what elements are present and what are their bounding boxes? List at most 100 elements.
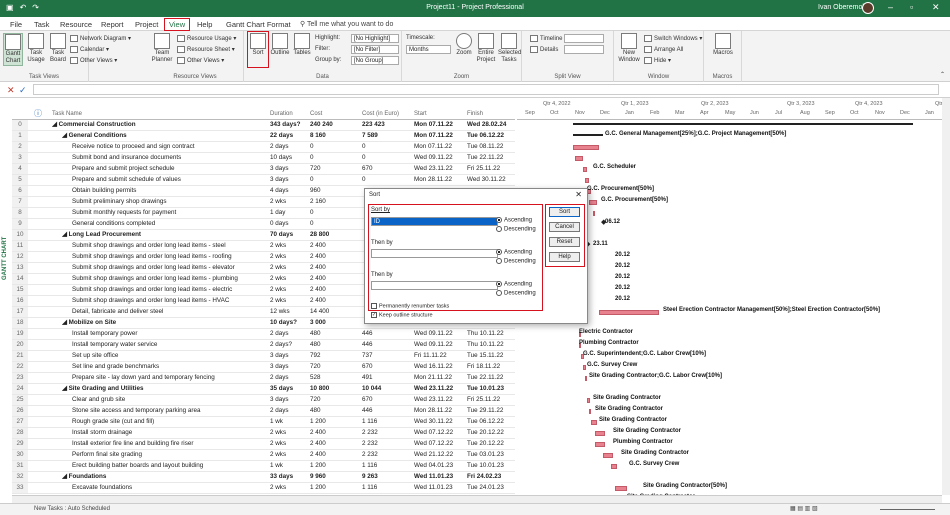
selected-tasks-button[interactable]: Selected Tasks [498, 33, 521, 64]
task-name-cell[interactable]: Stone site access and temporary parking … [72, 406, 267, 416]
arrange-all-button[interactable]: Arrange All [644, 46, 683, 53]
finish-cell[interactable]: Tue 29.11.22 [467, 406, 515, 416]
task-board-button[interactable]: Task Board [48, 33, 68, 64]
finish-cell[interactable]: Thu 10.11.22 [467, 340, 515, 350]
view-shortcuts[interactable]: ▦ ▤ ▥ ▧ [790, 505, 818, 512]
start-cell[interactable]: Wed 09.11.22 [414, 153, 466, 163]
duration-cell[interactable]: 2 wks [270, 483, 308, 493]
confirm-entry-icon[interactable]: ✓ [19, 85, 27, 96]
start-cell[interactable]: Wed 07.12.22 [414, 428, 466, 438]
row-id-cell[interactable]: 7 [12, 197, 28, 207]
row-id-cell[interactable]: 1 [12, 131, 28, 141]
start-cell[interactable]: Mon 28.11.22 [414, 175, 466, 185]
cost-euro-cell[interactable]: 446 [362, 329, 412, 339]
col-task-name[interactable]: Task Name [52, 111, 82, 117]
task-bar[interactable] [603, 453, 613, 458]
duration-cell[interactable]: 1 wk [270, 461, 308, 471]
row-id-cell[interactable]: 4 [12, 164, 28, 174]
switch-windows-button[interactable]: Switch Windows ▾ [644, 35, 702, 42]
start-cell[interactable]: Wed 16.11.22 [414, 362, 466, 372]
row-id-cell[interactable]: 29 [12, 439, 28, 449]
help-button[interactable]: Help [549, 252, 580, 262]
table-row[interactable]: 25 Clear and grub site 3 days 720 670 Wed 23.… [12, 395, 515, 406]
cost-cell[interactable]: 480 [310, 406, 360, 416]
task-name-cell[interactable]: Excavate foundations [72, 483, 267, 493]
duration-cell[interactable]: 10 days? [270, 318, 308, 328]
task-bar[interactable] [615, 486, 627, 491]
cost-euro-cell[interactable]: 2 232 [362, 450, 412, 460]
row-id-cell[interactable]: 30 [12, 450, 28, 460]
task-name-cell[interactable]: Install temporary power [72, 329, 267, 339]
duration-cell[interactable]: 2 wks [270, 263, 308, 273]
task-bar[interactable] [595, 431, 605, 436]
table-row[interactable]: 24 ◢ Site Grading and Utilities 35 days 10 … [12, 384, 515, 395]
collapse-ribbon-icon[interactable]: ⌃ [940, 71, 945, 78]
sort-submit-button[interactable]: Sort [549, 207, 580, 217]
cost-cell[interactable]: 2 400 [310, 274, 360, 284]
group-by-dropdown[interactable]: [No Group] [351, 56, 399, 65]
finish-cell[interactable]: Wed 30.11.22 [467, 175, 515, 185]
row-id-cell[interactable]: 9 [12, 219, 28, 229]
tab-resource[interactable]: Resource [56, 19, 96, 30]
cost-cell[interactable]: 2 400 [310, 252, 360, 262]
vertical-scrollbar[interactable] [942, 98, 950, 495]
start-cell[interactable]: Fri 11.11.22 [414, 351, 466, 361]
task-name-cell[interactable]: ◢ Commercial Construction [52, 120, 267, 130]
duration-cell[interactable]: 12 wks [270, 307, 308, 317]
cost-cell[interactable]: 1 200 [310, 417, 360, 427]
cost-cell[interactable]: 8 160 [310, 131, 360, 141]
cost-cell[interactable]: 2 400 [310, 428, 360, 438]
then-by-2-select[interactable] [371, 281, 498, 290]
task-name-cell[interactable]: Submit shop drawings and order long lead… [72, 263, 267, 273]
table-row[interactable]: 23 Prepare site - lay down yard and tempo… [12, 373, 515, 384]
row-id-cell[interactable]: 26 [12, 406, 28, 416]
row-id-cell[interactable]: 12 [12, 252, 28, 262]
finish-cell[interactable]: Fri 25.11.22 [467, 395, 515, 405]
then-by-ascending[interactable]: Ascending [496, 249, 532, 256]
outline-button[interactable]: Outline [270, 33, 290, 57]
then-by-descending[interactable]: Descending [496, 258, 536, 265]
cost-cell[interactable]: 480 [310, 329, 360, 339]
task-name-cell[interactable]: Set up site office [72, 351, 267, 361]
task-bar[interactable] [575, 156, 583, 161]
cost-cell[interactable]: 9 960 [310, 472, 360, 482]
task-bar[interactable] [595, 442, 605, 447]
tab-gantt-format[interactable]: Gantt Chart Format [222, 19, 295, 30]
resource-other-views-button[interactable]: Other Views ▾ [177, 57, 224, 64]
row-id-cell[interactable]: 10 [12, 230, 28, 240]
cost-euro-cell[interactable]: 0 [362, 142, 412, 152]
duration-cell[interactable]: 2 wks [270, 450, 308, 460]
cost-cell[interactable]: 792 [310, 351, 360, 361]
table-row[interactable]: 2 Receive notice to proceed and sign cont… [12, 142, 515, 153]
task-name-cell[interactable]: Install temporary water service [72, 340, 267, 350]
finish-cell[interactable]: Tue 20.12.22 [467, 428, 515, 438]
tab-help[interactable]: Help [193, 19, 216, 30]
row-id-cell[interactable]: 28 [12, 428, 28, 438]
row-id-cell[interactable]: 14 [12, 274, 28, 284]
start-cell[interactable]: Wed 23.11.22 [414, 164, 466, 174]
start-cell[interactable]: Mon 07.11.22 [414, 131, 466, 141]
tab-file[interactable]: File [6, 19, 26, 30]
finish-cell[interactable]: Fri 18.11.22 [467, 362, 515, 372]
keep-outline-checkbox[interactable]: ✓ Keep outline structure [371, 312, 433, 318]
duration-cell[interactable]: 3 days [270, 351, 308, 361]
sort-by-descending[interactable]: Descending [496, 226, 536, 233]
tab-task[interactable]: Task [30, 19, 53, 30]
row-id-cell[interactable]: 8 [12, 208, 28, 218]
duration-cell[interactable]: 3 days [270, 175, 308, 185]
sort-by-select[interactable]: ID [371, 217, 498, 226]
task-name-cell[interactable]: General conditions completed [72, 219, 267, 229]
cost-cell[interactable]: 720 [310, 362, 360, 372]
then-by-2-descending[interactable]: Descending [496, 290, 536, 297]
cost-cell[interactable]: 2 400 [310, 450, 360, 460]
duration-cell[interactable]: 2 wks [270, 241, 308, 251]
summary-bar[interactable] [573, 123, 913, 126]
task-bar[interactable] [583, 365, 586, 370]
close-icon[interactable]: ✕ [575, 190, 582, 199]
finish-cell[interactable]: Tue 15.11.22 [467, 351, 515, 361]
row-id-cell[interactable]: 24 [12, 384, 28, 394]
task-name-cell[interactable]: Rough grade site (cut and fill) [72, 417, 267, 427]
table-row[interactable]: 0 ◢ Commercial Construction 343 days? 240 2… [12, 120, 515, 131]
start-cell[interactable]: Wed 04.01.23 [414, 461, 466, 471]
row-id-cell[interactable]: 23 [12, 373, 28, 383]
